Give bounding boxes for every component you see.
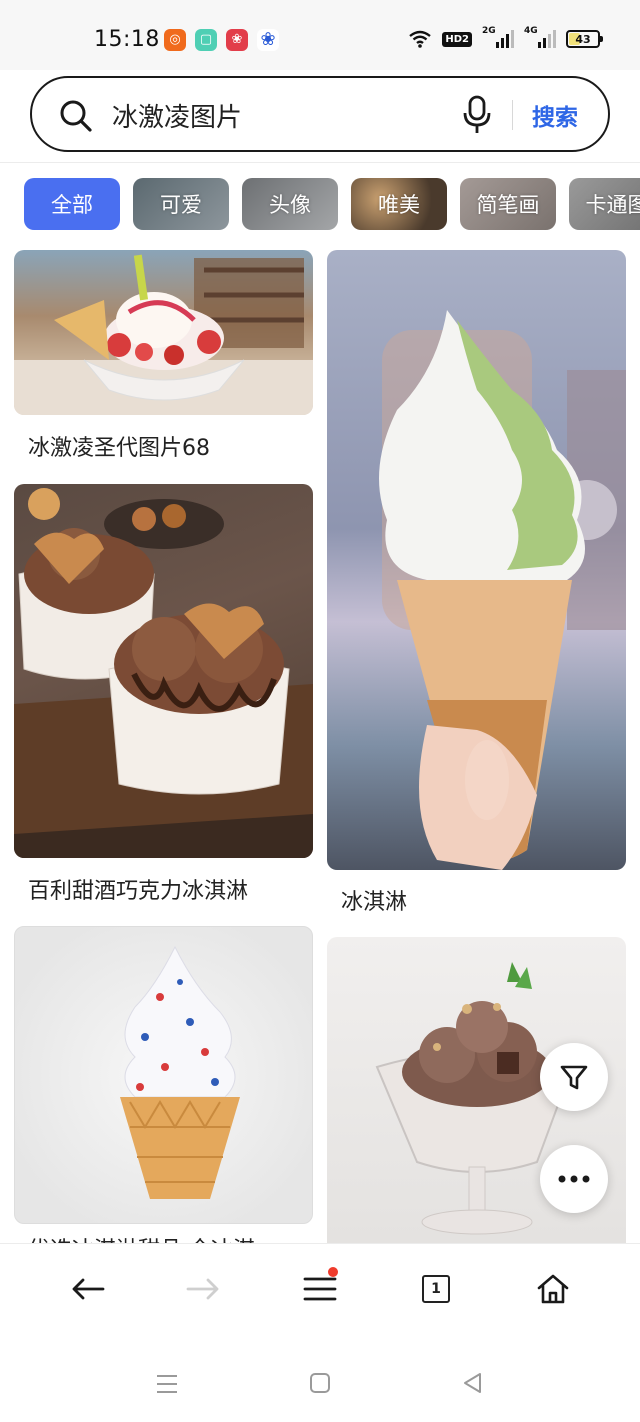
recent-apps-icon[interactable] — [155, 1373, 179, 1395]
result-card[interactable]: 冰激凌圣代图片68 — [14, 250, 313, 465]
search-icon — [60, 100, 92, 132]
search-bar[interactable]: 搜索 — [30, 76, 610, 152]
arrow-left-icon — [72, 1278, 105, 1300]
status-bar: 15:18 ◎ ▢ ❀ ❀ HD2 2G 4G 43 — [0, 0, 640, 70]
hd-voice-badge: HD2 — [442, 31, 472, 47]
menu-button[interactable] — [290, 1264, 350, 1314]
result-card[interactable]: 百利甜酒巧克力冰淇淋 — [14, 484, 313, 904]
app-notification-icon: ◎ — [164, 29, 186, 51]
filter-button[interactable] — [540, 1043, 608, 1111]
more-options-button[interactable] — [540, 1145, 608, 1213]
chocolate-ice-cream-illustration — [14, 488, 313, 858]
search-divider — [512, 100, 513, 130]
starry-cone-illustration — [120, 945, 240, 1199]
chip-label: 卡通图 — [585, 194, 640, 217]
chip-label: 简笔画 — [476, 194, 540, 217]
result-caption: 优选冰淇淋甜品 全冰淇 — [28, 1232, 255, 1243]
result-image — [327, 250, 626, 870]
chip-label: 可爱 — [160, 194, 202, 217]
app-notification-icon: ▢ — [195, 29, 217, 51]
back-triangle-icon[interactable] — [461, 1371, 483, 1395]
chip-aesthetic[interactable]: 唯美 — [351, 178, 447, 230]
search-input[interactable] — [112, 97, 442, 133]
chip-label: 头像 — [269, 194, 311, 217]
chip-cartoon[interactable]: 卡通图 — [569, 178, 640, 230]
chip-avatar[interactable]: 头像 — [242, 178, 338, 230]
baidu-paw-icon: ❀ — [257, 29, 279, 51]
chip-label: 全部 — [51, 194, 93, 217]
tab-count-badge: 1 — [422, 1275, 450, 1303]
home-button[interactable] — [523, 1264, 583, 1314]
status-indicators: HD2 2G 4G 43 — [408, 26, 603, 52]
network-type-label: 2G — [482, 26, 496, 36]
battery-level: 43 — [575, 32, 591, 46]
result-caption: 百利甜酒巧克力冰淇淋 — [28, 879, 249, 904]
back-button[interactable] — [58, 1264, 118, 1314]
more-dots-icon — [558, 1175, 590, 1183]
filter-funnel-icon — [560, 1065, 588, 1090]
chip-label: 唯美 — [378, 194, 420, 217]
microphone-icon[interactable] — [460, 94, 494, 136]
system-nav-bar — [0, 1343, 640, 1422]
arrow-right-icon — [186, 1278, 219, 1300]
battery-icon: 43 — [566, 30, 603, 48]
signal-4g-icon: 4G — [524, 26, 556, 48]
header-divider — [0, 162, 640, 163]
result-card[interactable]: 优选冰淇淋甜品 全冰淇 — [14, 926, 313, 1243]
notification-dot — [328, 1267, 338, 1277]
hamburger-menu-icon — [303, 1277, 337, 1301]
soft-serve-cone-illustration — [379, 310, 626, 870]
result-image — [14, 926, 313, 1224]
network-type-label: 4G — [524, 26, 538, 36]
result-image — [14, 250, 313, 415]
tabs-button[interactable]: 1 — [406, 1264, 466, 1314]
home-icon — [537, 1274, 569, 1304]
browser-bottom-bar: 1 — [0, 1243, 640, 1343]
app-notification-icon: ❀ — [226, 29, 248, 51]
result-caption: 冰激凌圣代图片68 — [28, 436, 210, 461]
chip-sketch[interactable]: 简笔画 — [460, 178, 556, 230]
chip-all[interactable]: 全部 — [24, 178, 120, 230]
search-button[interactable]: 搜索 — [532, 98, 578, 132]
result-image — [14, 484, 313, 858]
forward-button[interactable] — [173, 1264, 233, 1314]
status-time: 15:18 — [94, 27, 160, 52]
chip-cute[interactable]: 可爱 — [133, 178, 229, 230]
result-caption: 冰淇淋 — [341, 890, 408, 915]
sundae-illustration — [14, 254, 313, 415]
category-chips: 全部 可爱 头像 唯美 简笔画 卡通图 — [24, 178, 640, 230]
wifi-icon — [409, 30, 432, 48]
home-square-icon[interactable] — [309, 1372, 331, 1394]
result-card[interactable]: 冰淇淋 — [327, 250, 626, 920]
signal-2g-icon: 2G — [482, 26, 514, 48]
